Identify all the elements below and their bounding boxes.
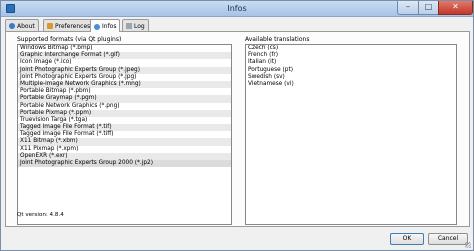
- list-item[interactable]: Joint Photographic Experts Group (*.jpg): [18, 74, 231, 81]
- list-item[interactable]: Vietnamese (vi): [246, 81, 456, 88]
- tab-label: Log: [134, 22, 145, 30]
- info-icon: [9, 23, 15, 29]
- tab-label: Preferences: [55, 22, 91, 30]
- tab-infos[interactable]: Infos: [90, 19, 121, 32]
- maximize-icon: □: [424, 2, 433, 11]
- list-item[interactable]: Italian (it): [246, 59, 456, 66]
- list-item[interactable]: Czech (cs): [246, 45, 456, 52]
- list-item[interactable]: Swedish (sv): [246, 74, 456, 81]
- close-button[interactable]: ✕: [438, 1, 473, 15]
- list-item[interactable]: Tagged Image File Format (*.tiff): [18, 131, 231, 138]
- infos-icon: [94, 23, 100, 30]
- tab-label: About: [17, 22, 35, 30]
- list-item[interactable]: Joint Photographic Experts Group 2000 (*…: [18, 160, 231, 168]
- ok-button[interactable]: OK: [390, 233, 424, 245]
- list-item[interactable]: Portable Pixmap (*.ppm): [18, 109, 231, 117]
- list-item[interactable]: Joint Photographic Experts Group (*.jpeg…: [18, 66, 231, 74]
- list-item[interactable]: Portuguese (pt): [246, 67, 456, 74]
- list-item[interactable]: Portable Network Graphics (*.png): [18, 103, 231, 110]
- maximize-button[interactable]: □: [418, 1, 439, 15]
- tab-about[interactable]: About: [5, 19, 39, 31]
- list-item[interactable]: Icon Image (*.ico): [18, 59, 231, 66]
- list-item[interactable]: X11 Bitmap (*.xbm): [18, 138, 231, 146]
- log-icon: [126, 23, 132, 29]
- list-item[interactable]: Windows Bitmap (*.bmp): [18, 45, 231, 52]
- list-item[interactable]: Truevision Targa (*.tga): [18, 117, 231, 124]
- cancel-button[interactable]: Cancel: [428, 233, 468, 245]
- preferences-icon: [47, 23, 53, 29]
- tab-preferences[interactable]: Preferences: [43, 19, 95, 31]
- formats-list[interactable]: Windows Bitmap (*.bmp) Graphic Interchan…: [17, 44, 232, 225]
- minimize-button[interactable]: –: [397, 1, 419, 15]
- qt-version-label: Qt version: 4.8.4: [17, 212, 64, 218]
- list-item[interactable]: X11 Pixmap (*.xpm): [18, 146, 231, 153]
- list-item[interactable]: Tagged Image File Format (*.tif): [18, 124, 231, 132]
- list-item[interactable]: Multiple-image Network Graphics (*.mng): [18, 80, 231, 89]
- list-item[interactable]: Portable Graymap (*.pgm): [18, 95, 231, 103]
- translations-list[interactable]: Czech (cs) French (fr) Italian (it) Port…: [245, 44, 457, 225]
- list-item[interactable]: Portable Bitmap (*.pbm): [18, 88, 231, 95]
- infos-window: Infos – □ ✕ About Preferences Infos Log …: [0, 0, 474, 251]
- resize-grip[interactable]: [465, 242, 471, 248]
- title-bar[interactable]: Infos – □ ✕: [1, 1, 473, 17]
- formats-group-label: Supported formats (via Qt plugins): [17, 36, 122, 43]
- list-item[interactable]: OpenEXR (*.exr): [18, 152, 231, 160]
- minimize-icon: –: [406, 2, 410, 11]
- translations-group-label: Available translations: [245, 36, 310, 43]
- tab-label: Infos: [102, 23, 117, 30]
- list-item[interactable]: French (fr): [246, 52, 456, 59]
- tab-log[interactable]: Log: [122, 19, 149, 31]
- close-icon: ✕: [452, 2, 459, 11]
- list-item[interactable]: Graphic Interchange Format (*.gif): [18, 52, 231, 60]
